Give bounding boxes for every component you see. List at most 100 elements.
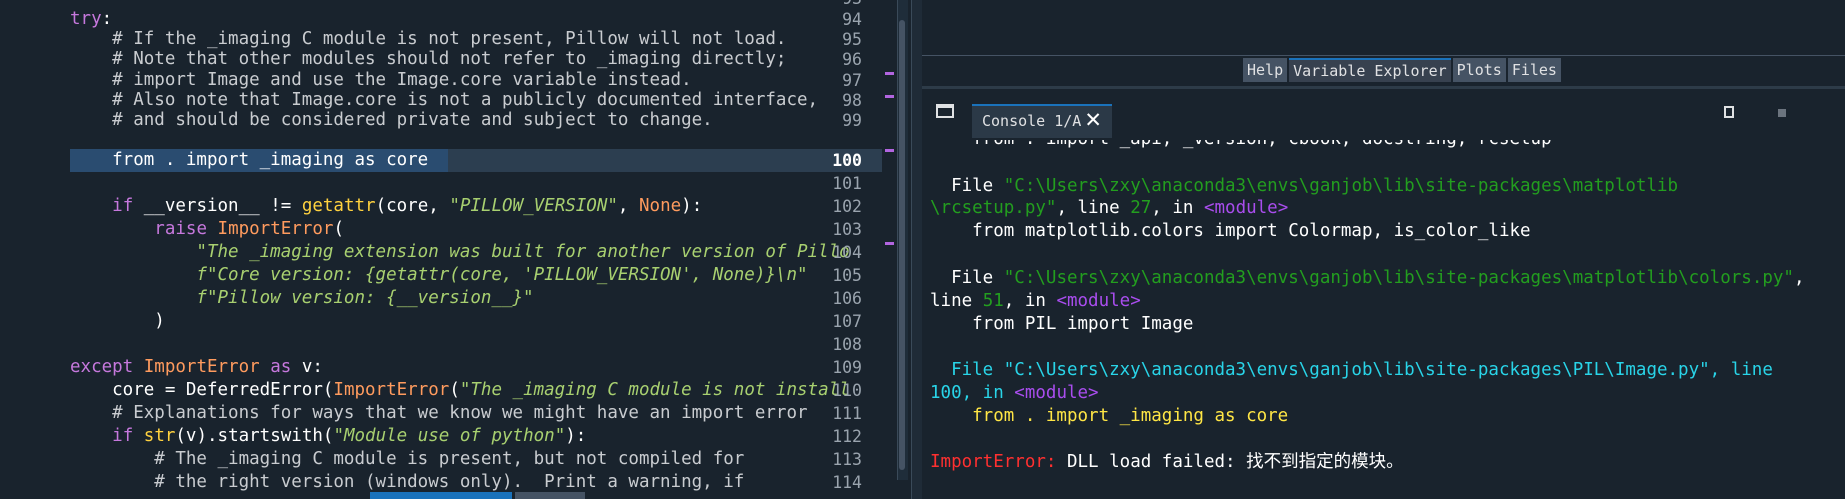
code-text: (v).startswith( xyxy=(175,426,334,446)
close-icon[interactable]: ✕ xyxy=(1084,108,1102,132)
code-line-102[interactable]: if __version__ != getattr(core, "PILLOW_… xyxy=(70,195,702,218)
console-line: from matplotlib.colors import Colormap, … xyxy=(930,221,1531,241)
code-line-114[interactable]: # the right version (windows only). Prin… xyxy=(70,471,744,494)
code-editor[interactable]: try: # If the _imaging C module is not p… xyxy=(0,0,882,499)
code-line-109[interactable]: except ImportError as v: xyxy=(70,356,323,379)
line-number: 104 xyxy=(832,243,862,262)
line-number: 112 xyxy=(832,427,862,446)
console-tab-label: Console 1/A xyxy=(982,112,1082,130)
occurrence-marker[interactable] xyxy=(885,72,894,75)
console-text: line xyxy=(930,291,983,311)
editor-scrollbar-thumb[interactable] xyxy=(899,20,905,470)
class-importerror: ImportError xyxy=(333,380,450,400)
tab-plots[interactable]: Plots xyxy=(1452,58,1506,82)
module-tag: <module> xyxy=(1203,198,1289,218)
tab-files[interactable]: Files xyxy=(1507,58,1561,82)
line-number-link[interactable]: 51 xyxy=(983,291,1004,311)
stop-icon[interactable] xyxy=(1778,109,1786,117)
class-importerror: ImportError xyxy=(217,219,334,239)
new-console-icon[interactable] xyxy=(936,104,954,118)
line-number-link[interactable]: 27 xyxy=(1130,198,1151,218)
code-line-106[interactable]: f"Pillow version: {__version__}" xyxy=(70,287,533,310)
code-text: core = DeferredError( xyxy=(70,380,334,400)
console-line: \rcsetup.py", line 27, in <module> xyxy=(930,197,1288,220)
line-number-gutter xyxy=(0,0,58,499)
line-number: 105 xyxy=(832,266,862,285)
code-text: , xyxy=(617,196,639,216)
builtin-str: str xyxy=(143,426,176,446)
builtin-none: None xyxy=(639,196,682,216)
console-text: File xyxy=(930,176,1004,196)
file-path[interactable]: "C:\Users\zxy\anaconda3\envs\ganjob\lib\… xyxy=(1004,176,1678,196)
ipython-console[interactable]: from . import _api, _version, cbook, doc… xyxy=(922,140,1845,490)
console-text: , in xyxy=(1003,291,1057,311)
code-text: ): xyxy=(681,196,703,216)
occurrence-marker[interactable] xyxy=(885,242,894,245)
tab-console-1[interactable]: Console 1/A ✕ xyxy=(972,104,1112,138)
code-text: __version__ != xyxy=(133,196,302,216)
line-number: 109 xyxy=(832,358,862,377)
code-line-99[interactable]: # and should be considered private and s… xyxy=(70,109,713,132)
console-line-current-frame[interactable]: File "C:\Users\zxy\anaconda3\envs\ganjob… xyxy=(930,359,1773,382)
code-line-104[interactable]: "The _imaging extension was built for an… xyxy=(70,241,849,264)
line-number: 103 xyxy=(832,220,862,239)
code-text: ( xyxy=(333,219,344,239)
code-line-112[interactable]: if str(v).startswith("Module use of pyth… xyxy=(70,425,586,448)
string-literal: "The _imaging C module is not install xyxy=(459,380,850,400)
console-text: , line xyxy=(1056,198,1131,218)
tab-help[interactable]: Help xyxy=(1243,58,1288,82)
line-number: 102 xyxy=(832,197,862,216)
code-text: v: xyxy=(291,357,323,377)
code-line-111[interactable]: # Explanations for ways that we know we … xyxy=(70,402,807,425)
bottom-tab-active-indicator[interactable] xyxy=(370,492,512,499)
console-line: from . import _api, _version, cbook, doc… xyxy=(930,140,1551,151)
line-number: 113 xyxy=(832,450,862,469)
occurrence-marker[interactable] xyxy=(885,149,894,152)
variable-explorer-pane xyxy=(922,0,1845,56)
code-line-96[interactable]: # Note that other modules should not ref… xyxy=(70,48,786,71)
builtin-getattr: getattr xyxy=(301,196,376,216)
code-line-103[interactable]: raise ImportError( xyxy=(70,218,344,241)
bottom-tab[interactable] xyxy=(515,492,585,499)
console-text: , xyxy=(1793,268,1805,288)
keyword-if: if xyxy=(112,196,134,216)
occurrence-marker[interactable] xyxy=(885,95,894,98)
code-line-100[interactable]: from . import _imaging as core xyxy=(70,149,428,172)
console-line-current-frame: 100, in <module> xyxy=(930,382,1099,405)
line-number-current: 100 xyxy=(832,151,862,170)
file-path[interactable]: "C:\Users\zxy\anaconda3\envs\ganjob\lib\… xyxy=(1004,268,1794,288)
top-tab-bar: Help Variable Explorer Plots Files xyxy=(1243,58,1561,82)
string-literal: "PILLOW_VERSION" xyxy=(449,196,618,216)
console-text: File xyxy=(930,268,1004,288)
code-line-105[interactable]: f"Core version: {getattr(core, 'PILLOW_V… xyxy=(70,264,807,287)
code-text: ): xyxy=(565,426,587,446)
line-number: 106 xyxy=(832,289,862,308)
console-line: line 51, in <module> xyxy=(930,290,1141,313)
module-tag: <module> xyxy=(1014,383,1099,403)
line-number: 110 xyxy=(832,381,862,400)
line-number: 108 xyxy=(832,335,862,354)
clipboard-icon[interactable] xyxy=(1724,106,1734,118)
code-line-107[interactable]: ) xyxy=(70,310,165,333)
console-line: File "C:\Users\zxy\anaconda3\envs\ganjob… xyxy=(930,175,1678,198)
code-line-110[interactable]: core = DeferredError(ImportError("The _i… xyxy=(70,379,850,402)
tab-variable-explorer[interactable]: Variable Explorer xyxy=(1289,58,1451,82)
code-text: (core, xyxy=(375,196,450,216)
code-text: ( xyxy=(449,380,460,400)
code-line-113[interactable]: # The _imaging C module is present, but … xyxy=(70,448,744,471)
console-line: File "C:\Users\zxy\anaconda3\envs\ganjob… xyxy=(930,267,1805,290)
right-pane: Help Variable Explorer Plots Files Conso… xyxy=(922,0,1845,499)
console-error-line: ImportError: DLL load failed: 找不到指定的模块。 xyxy=(930,451,1404,474)
module-tag: <module> xyxy=(1056,291,1141,311)
file-path[interactable]: \rcsetup.py" xyxy=(930,198,1056,218)
line-number: 107 xyxy=(832,312,862,331)
keyword-as: as xyxy=(270,357,292,377)
line-number: 111 xyxy=(832,404,862,423)
code-text: : xyxy=(101,9,113,29)
